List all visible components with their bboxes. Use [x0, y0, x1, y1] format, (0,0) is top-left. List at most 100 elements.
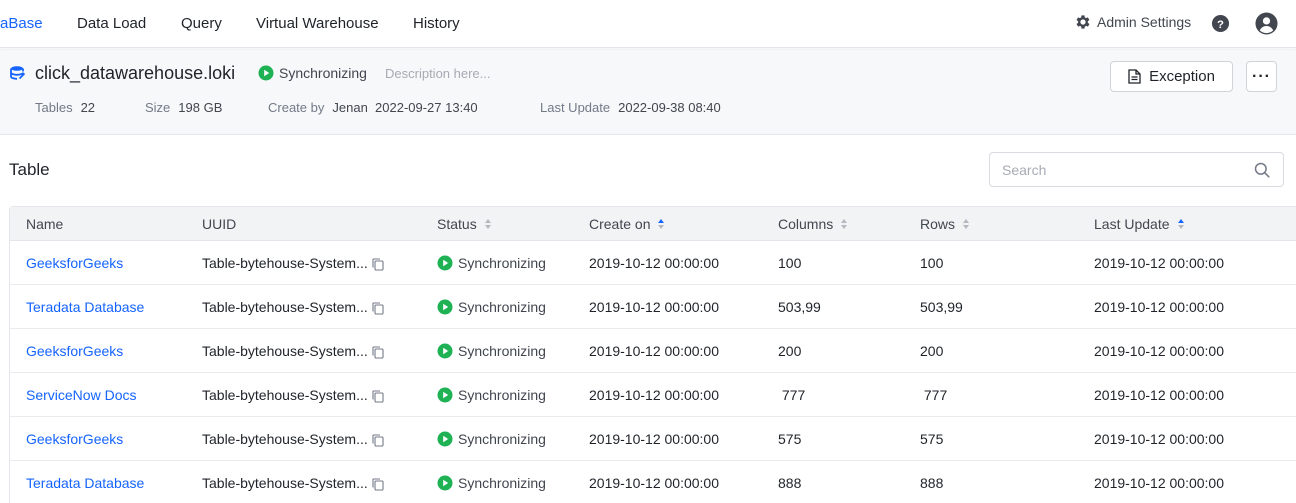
more-button[interactable]: ···	[1246, 61, 1277, 92]
meta-create-by-label: Create by	[268, 100, 325, 115]
column-header-uuid-label: UUID	[202, 216, 237, 232]
columns-cell: 503,99	[778, 299, 821, 315]
uuid-text: Table-bytehouse-System...	[202, 475, 368, 491]
section-title: Table	[9, 160, 50, 179]
column-header-create-on[interactable]: Create on	[589, 216, 665, 232]
sort-icon[interactable]	[963, 219, 970, 229]
uuid-text: Table-bytehouse-System...	[202, 255, 368, 271]
table-name-link[interactable]: ServiceNow Docs	[26, 387, 136, 403]
status-cell: Synchronizing	[437, 299, 546, 315]
tables-table: Name UUID Status Create on Columns Rows …	[9, 206, 1296, 503]
description-field[interactable]: Description here...	[385, 66, 491, 81]
last-update-cell: 2019-10-12 00:00:00	[1094, 299, 1224, 315]
uuid-cell: Table-bytehouse-System...	[202, 475, 384, 491]
status-cell: Synchronizing	[437, 475, 546, 491]
nav-item-query[interactable]: Query	[181, 15, 222, 32]
column-header-columns-label: Columns	[778, 216, 834, 232]
table-name-link[interactable]: GeeksforGeeks	[26, 431, 123, 447]
create-on-cell: 2019-10-12 00:00:00	[589, 475, 719, 491]
column-header-rows[interactable]: Rows	[920, 216, 970, 232]
column-header-uuid: UUID	[202, 216, 236, 232]
table-row: Teradata Database Table-bytehouse-System…	[10, 461, 1296, 503]
create-on-cell: 2019-10-12 00:00:00	[589, 299, 719, 315]
last-update-cell: 2019-10-12 00:00:00	[1094, 431, 1224, 447]
admin-settings-label: Admin Settings	[1097, 14, 1192, 30]
sort-icon[interactable]	[484, 219, 491, 229]
play-circle-icon	[437, 255, 453, 271]
database-status: Synchronizing	[258, 65, 367, 81]
play-circle-icon	[437, 343, 453, 359]
last-update-cell: 2019-10-12 00:00:00	[1094, 387, 1224, 403]
meta-size: Size 198 GB	[145, 100, 222, 115]
column-header-name-label: Name	[26, 216, 64, 232]
search-icon[interactable]	[1254, 162, 1270, 178]
meta-size-label: Size	[145, 100, 171, 115]
table-row: Teradata Database Table-bytehouse-System…	[10, 285, 1296, 329]
copy-icon[interactable]	[372, 346, 384, 359]
column-header-last-update-label: Last Update	[1094, 216, 1170, 232]
sort-asc-icon[interactable]	[658, 219, 665, 229]
create-on-cell: 2019-10-12 00:00:00	[589, 431, 719, 447]
help-icon[interactable]: ?	[1211, 14, 1230, 33]
database-header: click_datawarehouse.loki Synchronizing D…	[0, 49, 1296, 135]
column-header-last-update[interactable]: Last Update	[1094, 216, 1184, 232]
table-name-link[interactable]: GeeksforGeeks	[26, 343, 123, 359]
sort-icon[interactable]	[841, 219, 848, 229]
table-header: Name UUID Status Create on Columns Rows …	[10, 207, 1296, 241]
nav-item-virtual-warehouse[interactable]: Virtual Warehouse	[256, 15, 379, 32]
exception-button[interactable]: Exception	[1110, 61, 1233, 92]
copy-icon[interactable]	[372, 478, 384, 491]
uuid-text: Table-bytehouse-System...	[202, 387, 368, 403]
table-name-link[interactable]: Teradata Database	[26, 299, 144, 315]
nav-item-data-load[interactable]: Data Load	[77, 15, 146, 32]
column-header-name: Name	[26, 216, 63, 232]
column-header-columns[interactable]: Columns	[778, 216, 848, 232]
table-name-link[interactable]: Teradata Database	[26, 475, 144, 491]
brand-logo-text[interactable]: aBase	[0, 15, 43, 32]
create-on-cell: 2019-10-12 00:00:00	[589, 387, 719, 403]
status-label: Synchronizing	[458, 343, 546, 359]
gear-icon	[1076, 15, 1090, 29]
table-row: GeeksforGeeks Table-bytehouse-System... …	[10, 417, 1296, 461]
uuid-text: Table-bytehouse-System...	[202, 343, 368, 359]
rows-cell: 575	[920, 431, 944, 447]
column-header-status[interactable]: Status	[437, 216, 491, 232]
nav-item-history[interactable]: History	[413, 15, 460, 32]
more-icon: ···	[1252, 67, 1271, 85]
play-circle-icon	[258, 65, 274, 81]
meta-tables-label: Tables	[35, 100, 73, 115]
play-circle-icon	[437, 431, 453, 447]
table-row: GeeksforGeeks Table-bytehouse-System... …	[10, 329, 1296, 373]
copy-icon[interactable]	[372, 258, 384, 271]
sort-asc-icon[interactable]	[1177, 219, 1184, 229]
last-update-cell: 2019-10-12 00:00:00	[1094, 475, 1224, 491]
play-circle-icon	[437, 299, 453, 315]
table-row: GeeksforGeeks Table-bytehouse-System... …	[10, 241, 1296, 285]
rows-cell: 100	[920, 255, 944, 271]
database-name: click_datawarehouse.loki	[35, 63, 236, 83]
svg-text:?: ?	[1217, 19, 1224, 31]
admin-settings-button[interactable]: Admin Settings	[1074, 13, 1191, 31]
columns-cell: 888	[778, 475, 802, 491]
status-label: Synchronizing	[458, 255, 546, 271]
status-label: Synchronizing	[458, 387, 546, 403]
play-circle-icon	[437, 475, 453, 491]
uuid-cell: Table-bytehouse-System...	[202, 343, 384, 359]
copy-icon[interactable]	[372, 434, 384, 447]
copy-icon[interactable]	[372, 302, 384, 315]
rows-cell: 503,99	[920, 299, 963, 315]
create-on-cell: 2019-10-12 00:00:00	[589, 255, 719, 271]
rows-cell: 777	[920, 387, 948, 403]
user-avatar-icon[interactable]	[1255, 12, 1278, 35]
meta-last-update: Last Update 2022-09-38 08:40	[540, 100, 721, 115]
database-icon	[10, 66, 26, 80]
table-name-link[interactable]: GeeksforGeeks	[26, 255, 123, 271]
meta-size-value: 198 GB	[178, 100, 223, 115]
column-header-rows-label: Rows	[920, 216, 956, 232]
rows-cell: 888	[920, 475, 944, 491]
status-cell: Synchronizing	[437, 431, 546, 447]
meta-last-update-label: Last Update	[540, 100, 611, 115]
copy-icon[interactable]	[372, 390, 384, 403]
meta-tables-value: 22	[80, 100, 96, 115]
search-input[interactable]	[1002, 161, 1252, 179]
